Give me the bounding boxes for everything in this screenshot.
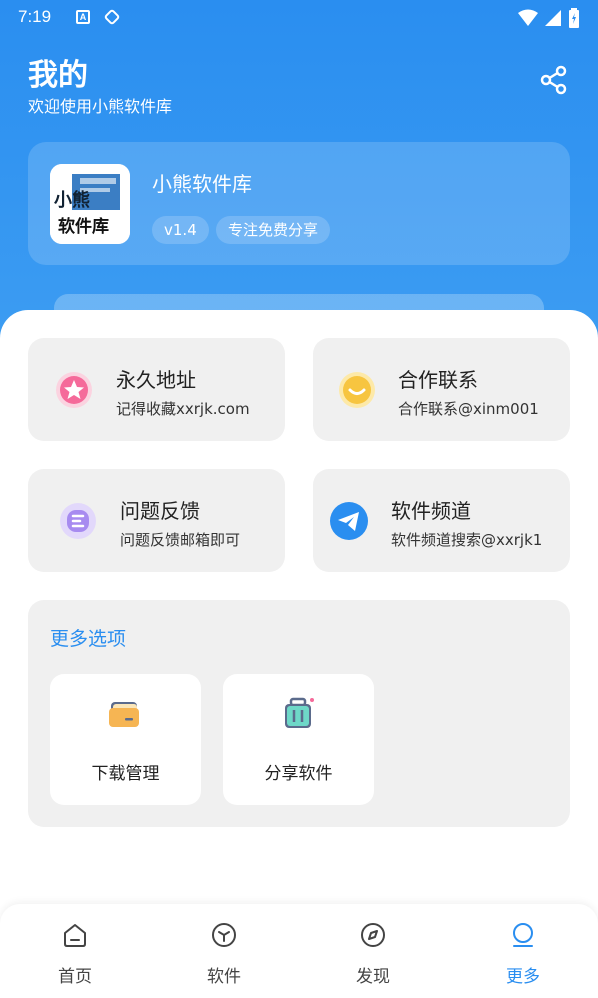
page-subtitle: 欢迎使用小熊软件库 — [28, 97, 173, 116]
notification-a-icon: A — [76, 10, 90, 24]
suitcase-icon — [285, 697, 314, 728]
nav-label: 软件 — [207, 967, 241, 987]
share-software-button[interactable]: 分享软件 — [223, 674, 374, 805]
option-label: 下载管理 — [91, 764, 160, 784]
app-logo-text-bottom: 软件库 — [58, 217, 109, 237]
card-title: 软件频道 — [391, 499, 471, 523]
nav-label: 更多 — [506, 967, 540, 987]
software-channel-card[interactable]: 软件频道 软件频道搜索@xxrjk1 — [313, 469, 570, 572]
share-button[interactable] — [538, 64, 570, 96]
wifi-icon — [518, 9, 538, 26]
nav-label: 发现 — [356, 967, 390, 987]
app-logo: 小熊 软件库 — [50, 164, 130, 244]
nav-label: 首页 — [58, 967, 92, 987]
status-bar: 7:19 A — [0, 0, 598, 34]
permanent-address-card[interactable]: 永久地址 记得收藏xxrjk.com — [28, 338, 285, 441]
card-subtitle: 问题反馈邮箱即可 — [120, 531, 241, 549]
option-label: 分享软件 — [264, 764, 333, 784]
feedback-card[interactable]: 问题反馈 问题反馈邮箱即可 — [28, 469, 285, 572]
nav-item-software[interactable]: 软件 — [164, 904, 284, 998]
nav-item-discover[interactable]: 发现 — [313, 904, 433, 998]
signal-icon — [545, 10, 561, 26]
card-title: 问题反馈 — [120, 499, 200, 523]
feedback-icon — [60, 503, 96, 539]
nav-item-more[interactable]: 更多 — [463, 904, 583, 998]
cooperation-contact-card[interactable]: 合作联系 合作联系@xinm001 — [313, 338, 570, 441]
card-subtitle: 软件频道搜索@xxrjk1 — [391, 531, 543, 549]
app-logo-text-top: 小熊 — [54, 190, 90, 211]
compass-icon — [361, 923, 385, 947]
user-icon — [513, 923, 533, 947]
nav-item-home[interactable]: 首页 — [15, 904, 135, 998]
more-options-title: 更多选项 — [50, 628, 127, 650]
card-subtitle: 合作联系@xinm001 — [398, 400, 539, 418]
card-title: 永久地址 — [116, 368, 196, 392]
folder-icon — [109, 702, 139, 727]
download-manager-button[interactable]: 下载管理 — [50, 674, 201, 805]
telegram-icon — [330, 502, 368, 540]
app-name: 小熊软件库 — [152, 172, 252, 196]
card-subtitle: 记得收藏xxrjk.com — [116, 400, 250, 418]
status-time: 7:19 — [18, 7, 52, 26]
star-icon — [56, 372, 92, 408]
card-title: 合作联系 — [398, 368, 478, 392]
bottom-navigation: 首页 软件 发现 更多 — [0, 904, 598, 998]
share-icon — [540, 65, 567, 95]
status-icons — [518, 8, 580, 28]
chat-smile-icon — [339, 372, 375, 408]
page-title: 我的 — [28, 58, 88, 93]
tag-icon — [104, 9, 120, 25]
version-badge: v1.4 — [152, 216, 209, 244]
battery-icon — [569, 8, 579, 28]
box-icon — [212, 923, 236, 947]
home-icon — [64, 924, 86, 947]
app-info-card: 小熊 软件库 小熊软件库 v1.4 专注免费分享 — [28, 142, 570, 265]
tag-badge: 专注免费分享 — [216, 216, 331, 244]
more-options-panel: 更多选项 下载管理 分享软件 — [28, 600, 570, 827]
